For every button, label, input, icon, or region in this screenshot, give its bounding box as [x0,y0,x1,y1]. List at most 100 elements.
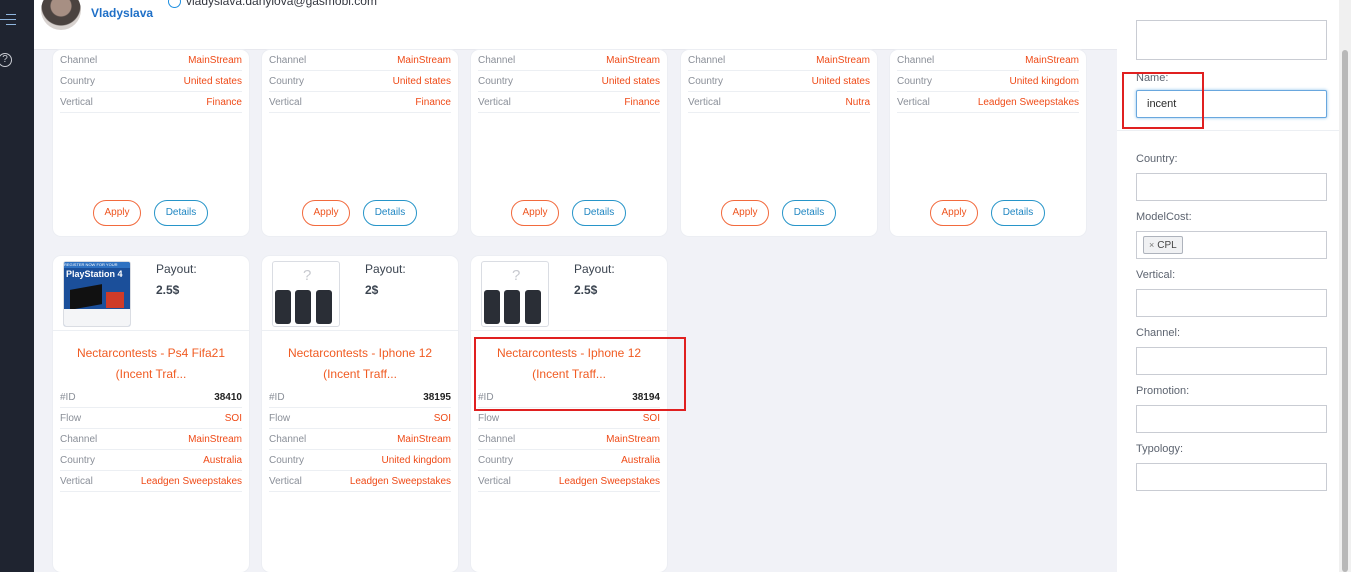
payout-label: Payout: [156,262,197,276]
country-filter-input[interactable] [1136,173,1327,201]
field-label: Channel [897,54,935,66]
field-label: Channel [60,54,98,66]
details-button[interactable]: Details [991,200,1045,226]
offer-field-row: Country Australia [60,450,242,471]
user-email: vladyslava.danylova@gasmobi.com [186,0,377,8]
payout-value: 2.5$ [574,283,598,297]
iphone-offer-image[interactable]: ? [272,261,340,327]
ps4-offer-image[interactable]: REGISTER NOW FOR YOUR PlayStation 4 [63,261,131,327]
promotion-filter-input[interactable] [1136,405,1327,433]
offer-title[interactable]: Nectarcontests - Iphone 12 (Incent Traff… [262,343,458,385]
phone-graphic [316,290,332,324]
vertical-filter-input[interactable] [1136,289,1327,317]
offer-field-row: Vertical Nutra [688,92,870,113]
field-value: United states [601,75,660,87]
offer-field-row: Country United states [60,71,242,92]
top-filter-field[interactable] [1136,20,1327,60]
channel-filter-input[interactable] [1136,347,1327,375]
field-label: Channel [60,433,98,445]
typology-filter-input[interactable] [1136,463,1327,491]
offer-title-line[interactable]: (Incent Traf... [53,364,249,385]
field-value: Finance [624,96,660,108]
field-value: 38195 [423,391,451,403]
field-label: Channel [269,433,307,445]
field-value: MainStream [816,54,870,66]
field-value: Leadgen Sweepstakes [977,96,1079,108]
modelcost-filter-select[interactable]: × CPL [1136,231,1327,259]
field-value: SOI [224,412,242,424]
field-value: Finance [206,96,242,108]
details-button[interactable]: Details [363,200,417,226]
field-label: #ID [269,391,285,403]
phone-graphic [525,290,541,324]
filter-divider [1117,130,1339,131]
apply-button[interactable]: Apply [930,200,978,226]
payout-value: 2$ [365,283,379,297]
avatar[interactable] [41,0,81,30]
hamburger-menu-icon[interactable] [0,14,16,29]
offer-title-line[interactable]: Nectarcontests - Iphone 12 [262,343,458,364]
offer-field-row: #ID 38410 [60,387,242,408]
help-circle-icon[interactable]: ? [0,53,12,67]
cpl-filter-tag[interactable]: × CPL [1143,236,1183,254]
details-button[interactable]: Details [572,200,626,226]
offer-title[interactable]: Nectarcontests - Ps4 Fifa21 (Incent Traf… [53,343,249,385]
field-label: Channel [688,54,726,66]
field-value: 38410 [214,391,242,403]
field-label: #ID [60,391,76,403]
field-label: Country [60,454,96,466]
offer-card: ? Payout: 2.5$ Nectarcontests - Iphone 1… [471,256,667,572]
offer-field-row: Country United states [688,71,870,92]
apply-button[interactable]: Apply [511,200,559,226]
field-label: Country [60,75,96,87]
field-value: Nutra [845,96,870,108]
field-label: Flow [60,412,82,424]
offer-field-row: Channel MainStream [478,429,660,450]
offer-field-row: Country United kingdom [269,450,451,471]
card-actions: Apply Details [471,200,667,226]
phone-graphic [275,290,291,324]
field-label: Vertical [60,96,93,108]
offer-highlight-box [474,337,686,411]
channel-filter-label: Channel: [1136,327,1181,339]
username[interactable]: Vladyslava [91,6,153,20]
payout-label: Payout: [365,262,406,276]
offer-field-row: Vertical Finance [478,92,660,113]
offer-card: Channel MainStream Country United kingdom … [890,50,1086,236]
card-divider [53,330,249,331]
country-filter-label: Country: [1136,153,1178,165]
field-label: Country [688,75,724,87]
offer-field-row: Vertical Leadgen Sweepstakes [897,92,1079,113]
ps4-console-graphic [70,284,102,310]
cpl-tag-label: CPL [1157,240,1177,251]
payout-label: Payout: [574,262,615,276]
details-button[interactable]: Details [782,200,836,226]
apply-button[interactable]: Apply [302,200,350,226]
ps4-footer-graphic [64,309,130,326]
phone-graphic [484,290,500,324]
apply-button[interactable]: Apply [721,200,769,226]
email-status-icon [168,0,181,8]
card-actions: Apply Details [681,200,877,226]
offer-field-row: Channel MainStream [60,429,242,450]
details-button[interactable]: Details [154,200,208,226]
ps4-offer-graphic: REGISTER NOW FOR YOUR PlayStation 4 [64,262,130,326]
field-label: Country [269,454,305,466]
filter-scrollbar-thumb[interactable] [1342,50,1348,572]
offer-field-row: #ID 38195 [269,387,451,408]
field-label: Country [269,75,305,87]
apply-button[interactable]: Apply [93,200,141,226]
offer-card: Channel MainStream Country United states V… [53,50,249,236]
offer-field-row: Country Australia [478,450,660,471]
offer-title-line[interactable]: (Incent Traff... [262,364,458,385]
offer-title-line[interactable]: Nectarcontests - Ps4 Fifa21 [53,343,249,364]
field-value: MainStream [397,54,451,66]
field-value: Leadgen Sweepstakes [349,475,451,487]
iphone-offer-image[interactable]: ? [481,261,549,327]
offer-field-row: Vertical Finance [269,92,451,113]
offer-field-row: Channel MainStream [688,50,870,71]
field-label: Channel [269,54,307,66]
offer-field-row: Vertical Leadgen Sweepstakes [269,471,451,492]
field-label: Flow [269,412,291,424]
remove-tag-icon[interactable]: × [1149,240,1154,250]
